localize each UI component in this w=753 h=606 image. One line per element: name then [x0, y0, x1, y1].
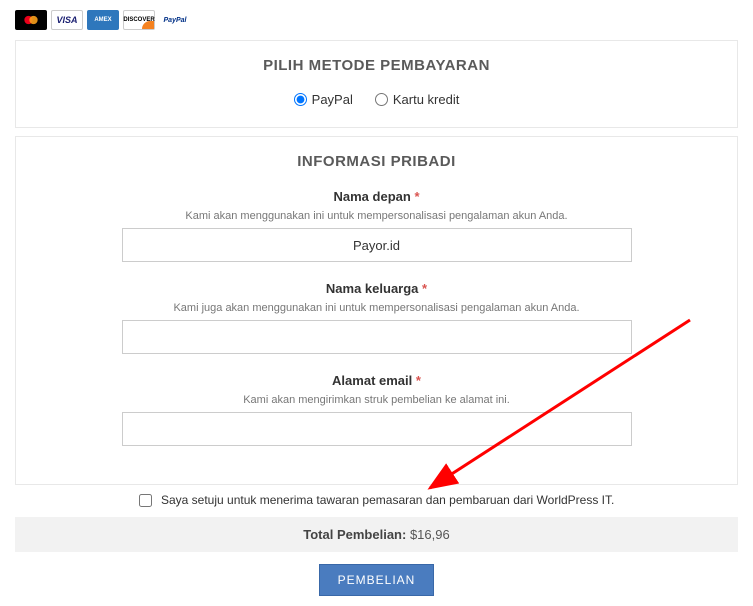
email-field: Alamat email * Kami akan mengirimkan str… [122, 372, 632, 446]
first-name-field: Nama depan * Kami akan menggunakan ini u… [122, 188, 632, 262]
personal-info-section: INFORMASI PRIBADI Nama depan * Kami akan… [15, 136, 738, 485]
payment-card-icons: VISA AMEX DISCOVER PayPal [15, 10, 738, 30]
card-radio[interactable] [375, 93, 388, 106]
visa-icon: VISA [51, 10, 83, 30]
first-name-input[interactable] [122, 228, 632, 262]
total-row: Total Pembelian: $16,96 [15, 517, 738, 552]
payment-method-section: PILIH METODE PEMBAYARAN PayPal Kartu kre… [15, 40, 738, 128]
mastercard-icon [15, 10, 47, 30]
paypal-option[interactable]: PayPal [294, 92, 353, 107]
paypal-icon: PayPal [159, 10, 191, 30]
last-name-input[interactable] [122, 320, 632, 354]
payment-method-radios: PayPal Kartu kredit [36, 92, 717, 107]
marketing-consent-label: Saya setuju untuk menerima tawaran pemas… [161, 493, 614, 507]
card-label: Kartu kredit [393, 92, 459, 107]
payment-method-title: PILIH METODE PEMBAYARAN [36, 57, 717, 74]
paypal-label: PayPal [312, 92, 353, 107]
personal-info-title: INFORMASI PRIBADI [36, 153, 717, 170]
total-amount: $16,96 [410, 527, 450, 542]
marketing-consent-checkbox[interactable] [139, 494, 152, 507]
marketing-consent-row: Saya setuju untuk menerima tawaran pemas… [15, 493, 738, 507]
total-label: Total Pembelian: [303, 527, 406, 542]
email-input[interactable] [122, 412, 632, 446]
card-option[interactable]: Kartu kredit [375, 92, 459, 107]
first-name-label: Nama depan * [334, 189, 420, 204]
last-name-label: Nama keluarga * [326, 281, 427, 296]
email-hint: Kami akan mengirimkan struk pembelian ke… [122, 394, 632, 406]
last-name-hint: Kami juga akan menggunakan ini untuk mem… [122, 302, 632, 314]
submit-row: PEMBELIAN [15, 564, 738, 596]
paypal-radio[interactable] [294, 93, 307, 106]
last-name-field: Nama keluarga * Kami juga akan menggunak… [122, 280, 632, 354]
purchase-button[interactable]: PEMBELIAN [319, 564, 435, 596]
discover-icon: DISCOVER [123, 10, 155, 30]
amex-icon: AMEX [87, 10, 119, 30]
email-label: Alamat email * [332, 373, 421, 388]
first-name-hint: Kami akan menggunakan ini untuk memperso… [122, 210, 632, 222]
